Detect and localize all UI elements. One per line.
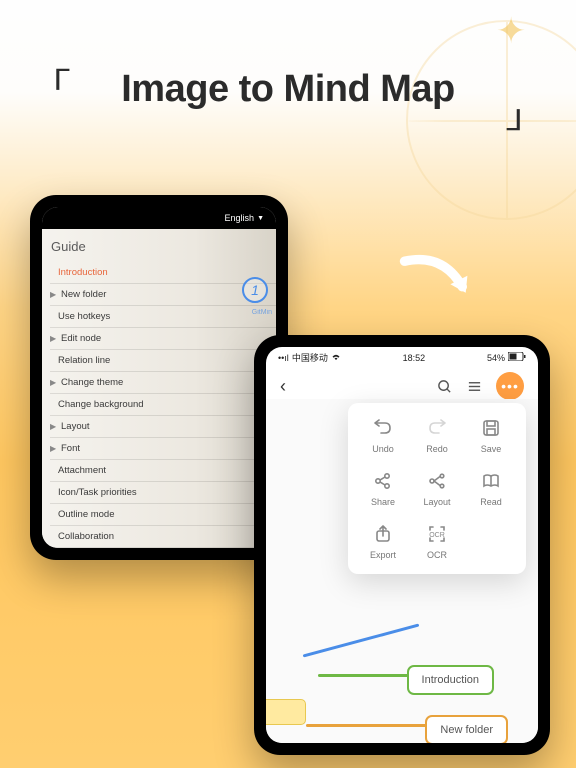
guide-item-label: Use hotkeys bbox=[58, 311, 110, 322]
export-icon bbox=[372, 523, 394, 545]
guide-item-label: New folder bbox=[61, 289, 106, 300]
svg-text:OCR: OCR bbox=[429, 532, 445, 539]
guide-outline-item[interactable]: Collaboration bbox=[50, 526, 276, 548]
step-badge: 1 bbox=[242, 277, 268, 303]
guide-item-label: Outline mode bbox=[58, 509, 115, 520]
result-tablet-screen: ••ıl 中国移动 18:52 54% ‹ bbox=[266, 347, 538, 743]
page-title: Image to Mind Map bbox=[121, 68, 455, 111]
menu-item-label: Read bbox=[480, 497, 502, 507]
guide-outline-item[interactable]: ▶Layout bbox=[50, 416, 276, 438]
guide-item-label: Icon/Task priorities bbox=[58, 487, 137, 498]
guide-outline-item[interactable]: Relation line bbox=[50, 350, 276, 372]
more-menu-button[interactable]: ••• bbox=[496, 372, 524, 400]
menu-item-label: Save bbox=[481, 444, 502, 454]
guide-item-label: Change theme bbox=[61, 377, 123, 388]
guide-outline-item[interactable]: Attachment bbox=[50, 460, 276, 482]
guide-item-label: Font bbox=[61, 443, 80, 454]
menu-item-undo[interactable]: Undo bbox=[358, 417, 408, 454]
expand-arrow-icon: ▶ bbox=[50, 290, 58, 299]
expand-arrow-icon: ▶ bbox=[50, 444, 58, 453]
guide-outline-item[interactable]: Introduction bbox=[50, 262, 276, 284]
menu-item-label: Redo bbox=[426, 444, 448, 454]
connector-line bbox=[303, 624, 420, 658]
menu-item-label: Export bbox=[370, 550, 396, 560]
ocr-icon: OCR bbox=[426, 523, 448, 545]
guide-item-label: Relation line bbox=[58, 355, 110, 366]
mindmap-node-newfolder[interactable]: New folder bbox=[425, 715, 508, 743]
guide-item-label: Collaboration bbox=[58, 531, 114, 542]
signal-icon: ••ıl bbox=[278, 353, 289, 363]
guide-outline-item[interactable]: ▶Change theme bbox=[50, 372, 276, 394]
list-icon[interactable] bbox=[466, 378, 482, 394]
menu-item-label: Undo bbox=[372, 444, 394, 454]
share-icon bbox=[372, 470, 394, 492]
guide-outline-item[interactable]: Use hotkeys bbox=[50, 306, 276, 328]
save-icon bbox=[480, 417, 502, 439]
menu-item-label: Layout bbox=[423, 497, 450, 507]
expand-arrow-icon: ▶ bbox=[50, 334, 58, 343]
ios-status-bar: ••ıl 中国移动 18:52 54% bbox=[266, 347, 538, 366]
mindmap-node-introduction[interactable]: Introduction bbox=[407, 665, 494, 695]
menu-item-ocr[interactable]: OCR OCR bbox=[412, 523, 462, 560]
guide-heading: Guide bbox=[50, 239, 276, 254]
carrier-label: 中国移动 bbox=[292, 351, 328, 364]
guide-outline-item[interactable]: ▶Edit node bbox=[50, 328, 276, 350]
menu-item-save[interactable]: Save bbox=[466, 417, 516, 454]
guide-outline-item[interactable]: Change background bbox=[50, 394, 276, 416]
sparkle-icon bbox=[496, 10, 536, 50]
guide-item-label: Introduction bbox=[58, 267, 108, 278]
menu-item-read[interactable]: Read bbox=[466, 470, 516, 507]
menu-item-export[interactable]: Export bbox=[358, 523, 408, 560]
language-selector[interactable]: English bbox=[225, 213, 255, 223]
undo-icon bbox=[372, 417, 394, 439]
layout-icon bbox=[426, 470, 448, 492]
battery-label: 54% bbox=[487, 353, 505, 363]
menu-item-label: Share bbox=[371, 497, 395, 507]
battery-icon bbox=[508, 352, 526, 363]
watermark-text: GitMin bbox=[252, 309, 272, 316]
menu-item-redo[interactable]: Redo bbox=[412, 417, 462, 454]
guide-outline-item[interactable]: Outline mode bbox=[50, 504, 276, 526]
bracket-left-icon: 「 bbox=[29, 60, 71, 106]
actions-popup-menu: Undo Redo Save Share Layout Read Export OCR OCR bbox=[348, 403, 526, 574]
dropdown-icon: ▼ bbox=[257, 215, 264, 222]
guide-item-label: Attachment bbox=[58, 465, 106, 476]
background-globe-decoration bbox=[406, 20, 576, 220]
guide-outline-item[interactable]: ▶Font bbox=[50, 438, 276, 460]
camera-language-bar: English ▼ bbox=[42, 207, 276, 229]
menu-item-share[interactable]: Share bbox=[358, 470, 408, 507]
back-button[interactable]: ‹ bbox=[280, 376, 286, 397]
menu-item-layout[interactable]: Layout bbox=[412, 470, 462, 507]
bracket-right-icon: 」 bbox=[505, 91, 547, 137]
redo-icon bbox=[426, 417, 448, 439]
transition-arrow-icon bbox=[396, 240, 481, 325]
source-tablet-frame: English ▼ Guide Introduction▶New folderU… bbox=[30, 195, 288, 560]
wifi-icon bbox=[331, 353, 341, 363]
guide-item-label: Change background bbox=[58, 399, 144, 410]
read-icon bbox=[480, 470, 502, 492]
clock-label: 18:52 bbox=[403, 353, 426, 363]
search-icon[interactable] bbox=[436, 378, 452, 394]
result-tablet-frame: ••ıl 中国移动 18:52 54% ‹ bbox=[254, 335, 550, 755]
source-tablet-screen: English ▼ Guide Introduction▶New folderU… bbox=[42, 207, 276, 548]
connector-line bbox=[306, 724, 431, 727]
menu-item-label: OCR bbox=[427, 550, 447, 560]
guide-item-label: Edit node bbox=[61, 333, 101, 344]
expand-arrow-icon: ▶ bbox=[50, 422, 58, 431]
guide-outline-item[interactable]: Icon/Task priorities bbox=[50, 482, 276, 504]
guide-item-label: Layout bbox=[61, 421, 90, 432]
expand-arrow-icon: ▶ bbox=[50, 378, 58, 387]
document-scan-view: Guide Introduction▶New folderUse hotkeys… bbox=[42, 229, 276, 548]
root-node[interactable] bbox=[266, 699, 306, 725]
headline-container: 「 Image to Mind Map 」 bbox=[40, 68, 536, 111]
